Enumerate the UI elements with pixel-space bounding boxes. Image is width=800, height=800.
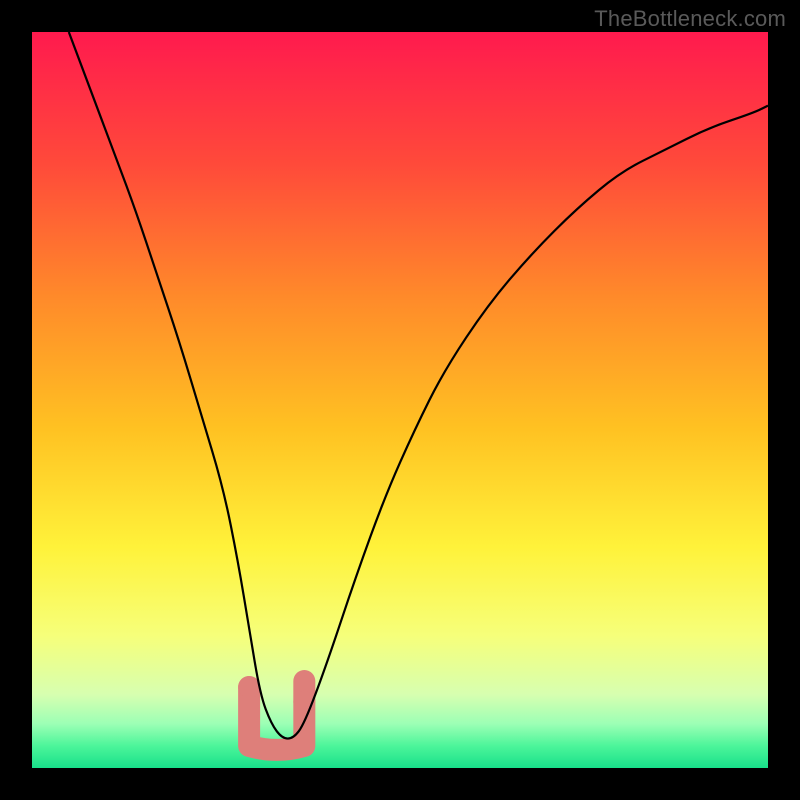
watermark-text: TheBottleneck.com <box>594 6 786 32</box>
bottleneck-chart <box>32 32 768 768</box>
chart-container: TheBottleneck.com <box>0 0 800 800</box>
gradient-background <box>32 32 768 768</box>
plot-area <box>32 32 768 768</box>
